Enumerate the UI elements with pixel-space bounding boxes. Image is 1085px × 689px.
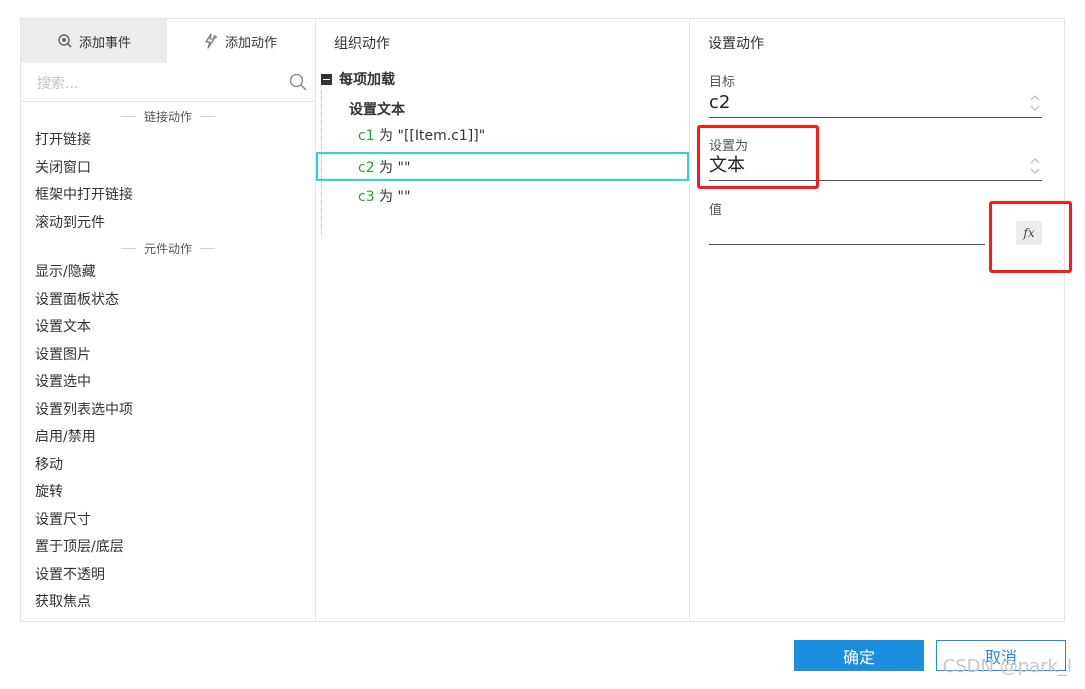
tab-add-event-label: 添加事件 [78,35,131,51]
list-item-set-list-selection[interactable]: 设置列表选中项 [21,397,315,425]
list-item-set-selected[interactable]: 设置选中 [21,369,315,397]
highlight-box-fx [989,201,1072,273]
action-search [21,67,315,102]
value-label: 值 [709,203,723,218]
add-event-icon [57,33,73,49]
lightning-plus-icon [203,33,219,49]
search-icon[interactable] [289,73,307,95]
target-value: "" [397,160,411,176]
target-sep: 为 [374,128,398,144]
section-header-link-actions: 链接动作 [21,105,315,127]
spinner-icon[interactable] [1030,156,1040,176]
target-value: "" [397,189,411,205]
tab-add-event[interactable]: 添加事件 [21,19,167,63]
collapse-icon[interactable] [321,73,332,85]
target-select[interactable]: c2 [709,91,1042,118]
tab-bar: 添加事件 添加动作 [21,19,315,63]
panel-title: 设置动作 [708,36,764,52]
list-item-set-opacity[interactable]: 设置不透明 [21,562,315,590]
target-row[interactable]: c1 为 "[[Item.c1]]" [316,122,689,151]
target-value: "[[Item.c1]]" [397,128,486,144]
target-name: c1 [358,128,375,144]
action-tree: 每项加载 [316,67,689,91]
spinner-icon[interactable] [1030,93,1040,113]
list-item-set-image[interactable]: 设置图片 [21,342,315,370]
configure-action-panel: 设置动作 目标 c2 设置为 文本 值 fx [690,18,1072,622]
action-picker-panel: 添加事件 添加动作 链接动作 打开链接 关闭窗口 框架中打开链接 滚动到元件 元… [20,18,315,622]
tab-add-action-label: 添加动作 [224,35,277,51]
target-row-selected[interactable]: c2 为 "" [316,152,689,181]
target-sep: 为 [374,160,398,176]
section-header-widget-actions: 元件动作 [21,237,315,259]
list-item-move[interactable]: 移动 [21,452,315,480]
highlight-box-setas [697,125,819,189]
list-item-scroll-to-widget[interactable]: 滚动到元件 [21,210,315,238]
tree-root-item[interactable]: 每项加载 [316,67,689,91]
target-row[interactable]: c3 为 "" [316,183,689,212]
action-list: 链接动作 打开链接 关闭窗口 框架中打开链接 滚动到元件 元件动作 显示/隐藏 … [21,105,315,621]
list-item-focus[interactable]: 获取焦点 [21,589,315,617]
tree-root-label: 每项加载 [339,72,395,88]
target-name: c2 [358,160,375,176]
list-item-enable-disable[interactable]: 启用/禁用 [21,424,315,452]
target-select-value: c2 [709,92,731,113]
list-item-set-text[interactable]: 设置文本 [21,314,315,342]
tree-action-label[interactable]: 设置文本 [349,99,405,119]
list-item-bring-front-back[interactable]: 置于顶层/底层 [21,534,315,562]
target-name: c3 [358,189,375,205]
ok-button[interactable]: 确定 [794,640,924,671]
target-label: 目标 [709,75,736,90]
panel-title: 组织动作 [334,36,390,52]
organize-actions-panel: 组织动作 每项加载 设置文本 c1 为 "[[Item.c1]]" c2 为 "… [315,18,690,622]
list-item-close-window[interactable]: 关闭窗口 [21,155,315,183]
list-item-open-link[interactable]: 打开链接 [21,127,315,155]
tab-add-action[interactable]: 添加动作 [167,19,313,63]
target-sep: 为 [374,189,398,205]
list-item-open-link-in-frame[interactable]: 框架中打开链接 [21,182,315,210]
watermark: CSDN @park_l [942,656,1072,677]
value-input[interactable] [709,218,985,245]
list-item-set-panel-state[interactable]: 设置面板状态 [21,287,315,315]
list-item-rotate[interactable]: 旋转 [21,479,315,507]
list-item-show-hide[interactable]: 显示/隐藏 [21,259,315,287]
list-item-set-size[interactable]: 设置尺寸 [21,507,315,535]
search-input[interactable] [35,71,279,97]
